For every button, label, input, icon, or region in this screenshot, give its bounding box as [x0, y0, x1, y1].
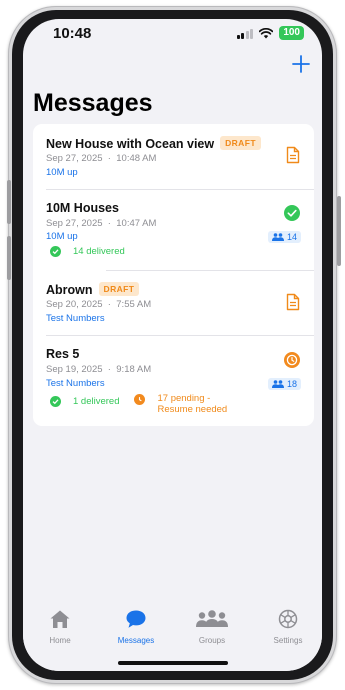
tab-messages[interactable]: Messages: [101, 609, 171, 645]
message-group: 10M up: [46, 231, 78, 242]
people-icon: [196, 610, 228, 627]
message-row[interactable]: 10M Houses Sep 27, 2025 · 10:47 AM 10M u…: [33, 190, 314, 270]
wifi-icon: [259, 27, 274, 38]
house-icon: [50, 610, 70, 628]
clock-icon: [134, 394, 146, 405]
tab-settings[interactable]: Settings: [253, 609, 322, 645]
clock-circle-icon: [284, 352, 300, 368]
message-title: New House with Ocean view DRAFT: [46, 136, 261, 151]
tab-bar: Home Messages Groups Settings: [23, 601, 322, 671]
message-title: Res 5: [46, 347, 80, 361]
home-indicator[interactable]: [118, 661, 228, 665]
delivery-status: 1 delivered 17 pending - Resume needed: [50, 393, 227, 415]
message-date: Sep 19, 2025 · 9:18 AM: [46, 364, 152, 375]
checkmark-circle-icon: [284, 205, 300, 221]
side-button: [337, 196, 341, 266]
message-group: Test Numbers: [46, 378, 105, 389]
battery-icon: 100: [279, 26, 304, 40]
status-icons: 100: [236, 26, 304, 40]
message-date: Sep 27, 2025 · 10:48 AM: [46, 153, 157, 164]
delivery-status: 14 delivered: [50, 246, 125, 257]
recipient-count-badge: 14: [267, 231, 301, 243]
delivered-count: 14 delivered: [73, 246, 125, 257]
tab-label: Messages: [117, 636, 155, 645]
message-date: Sep 20, 2025 · 7:55 AM: [46, 299, 152, 310]
document-icon: [286, 293, 300, 311]
side-button: [7, 180, 11, 224]
page-title: Messages: [33, 89, 153, 117]
draft-badge: DRAFT: [220, 136, 261, 150]
pending-status: 17 pending - Resume needed: [157, 393, 228, 415]
message-date: Sep 27, 2025 · 10:47 AM: [46, 218, 157, 229]
tab-groups[interactable]: Groups: [177, 609, 247, 645]
gear-icon: [278, 609, 298, 629]
tab-label: Settings: [273, 636, 303, 645]
draft-badge: DRAFT: [98, 282, 140, 296]
message-row[interactable]: Abrown DRAFT Sep 20, 2025 · 7:55 AM Test …: [33, 271, 314, 335]
check-icon: [50, 396, 61, 407]
people-icon: [271, 380, 284, 388]
side-button: [7, 236, 11, 280]
message-row[interactable]: Res 5 Sep 19, 2025 · 9:18 AM Test Number…: [33, 336, 314, 426]
message-title: Abrown DRAFT: [46, 282, 140, 297]
chat-bubble-icon: [126, 610, 146, 628]
tab-label: Groups: [198, 636, 226, 645]
message-group: Test Numbers: [46, 313, 105, 324]
tab-label: Home: [49, 636, 71, 645]
message-group: 10M up: [46, 167, 78, 178]
delivered-count: 1 delivered: [73, 396, 120, 407]
message-title: 10M Houses: [46, 201, 119, 215]
check-icon: [50, 246, 61, 257]
add-message-button[interactable]: [290, 53, 312, 75]
status-time: 10:48: [53, 25, 92, 42]
document-icon: [286, 146, 300, 164]
message-row[interactable]: New House with Ocean view DRAFT Sep 27, 2…: [33, 124, 314, 189]
messages-list: New House with Ocean view DRAFT Sep 27, 2…: [33, 124, 314, 426]
recipient-count-badge: 18: [267, 378, 301, 390]
screen: 10:48 100 Messages New House with Ocean …: [23, 19, 322, 671]
people-icon: [271, 233, 284, 241]
cellular-signal-icon: [236, 28, 254, 39]
tab-home[interactable]: Home: [25, 609, 95, 645]
